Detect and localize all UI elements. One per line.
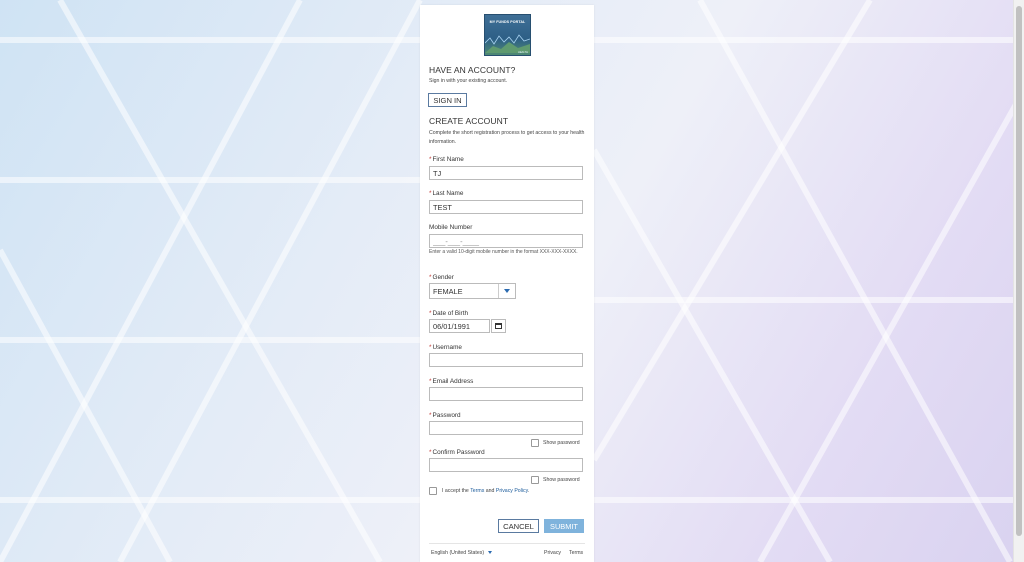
first-name-label-text: First Name (432, 156, 464, 163)
required-marker: * (429, 412, 432, 419)
required-marker: * (429, 449, 432, 456)
dob-input[interactable]: 06/01/1991 (429, 319, 490, 333)
accept-terms-label: I accept the Terms and Privacy Policy. (442, 488, 529, 494)
have-account-heading: HAVE AN ACCOUNT? (429, 65, 516, 75)
last-name-label-text: Last Name (432, 190, 464, 197)
page-scrollbar[interactable] (1013, 0, 1024, 562)
scrollbar-thumb[interactable] (1016, 6, 1022, 536)
show-confirm-password-checkbox[interactable] (531, 476, 539, 484)
terms-link[interactable]: Terms (470, 488, 484, 494)
cancel-button[interactable]: CANCEL (498, 519, 539, 533)
privacy-policy-link[interactable]: Privacy Policy (496, 488, 528, 494)
password-label: *Password (429, 412, 461, 419)
portal-logo: MY FUNDS PORTAL HEALTH (484, 14, 531, 56)
username-label: *Username (429, 344, 462, 351)
terms-and-text: and (485, 488, 495, 494)
password-input[interactable] (429, 421, 583, 435)
gender-selected-value: FEMALE (433, 287, 463, 296)
username-label-text: Username (432, 344, 462, 351)
last-name-input[interactable] (429, 200, 583, 214)
show-confirm-password-label: Show password (543, 477, 580, 483)
language-label: English (United States) (431, 550, 485, 556)
last-name-label: *Last Name (429, 190, 463, 197)
calendar-icon[interactable] (491, 319, 506, 333)
registration-panel: MY FUNDS PORTAL HEALTH HAVE AN ACCOUNT? … (420, 5, 594, 562)
accept-terms-checkbox[interactable] (429, 487, 437, 495)
language-selector[interactable]: English (United States) (431, 550, 493, 556)
create-account-subtext: Complete the short registration process … (429, 130, 585, 145)
password-label-text: Password (432, 412, 461, 419)
mobile-number-label: Mobile Number (429, 224, 473, 231)
mobile-number-hint: Enter a valid 10-digit mobile number in … (429, 249, 578, 255)
email-input[interactable] (429, 387, 583, 401)
logo-title: MY FUNDS PORTAL (489, 20, 526, 24)
email-label: *Email Address (429, 378, 473, 385)
confirm-password-input[interactable] (429, 458, 583, 472)
confirm-password-label: *Confirm Password (429, 449, 485, 456)
signin-subtext: Sign in with your existing account. (429, 78, 508, 84)
required-marker: * (429, 310, 432, 317)
create-account-heading: CREATE ACCOUNT (429, 116, 509, 126)
show-password-checkbox[interactable] (531, 439, 539, 447)
email-label-text: Email Address (432, 378, 474, 385)
first-name-label: *First Name (429, 156, 464, 163)
gender-select[interactable]: FEMALE (429, 283, 516, 299)
dob-label-text: Date of Birth (432, 310, 469, 317)
logo-mountain-icon (485, 34, 530, 53)
footer-terms-link[interactable]: Terms (569, 550, 583, 556)
caret-down-icon (488, 551, 493, 555)
confirm-password-label-text: Confirm Password (432, 449, 485, 456)
sign-in-button[interactable]: SIGN IN (428, 93, 467, 107)
username-input[interactable] (429, 353, 583, 367)
terms-suffix-text: . (527, 488, 530, 494)
gender-label-text: Gender (432, 274, 454, 281)
dob-label: *Date of Birth (429, 310, 468, 317)
terms-prefix-text: I accept the (442, 488, 469, 494)
required-marker: * (429, 344, 432, 351)
chevron-down-icon[interactable] (498, 284, 515, 298)
required-marker: * (429, 378, 432, 385)
footer-divider (429, 543, 585, 544)
required-marker: * (429, 190, 432, 197)
required-marker: * (429, 156, 432, 163)
logo-subtitle: HEALTH (517, 51, 528, 54)
gender-label: *Gender (429, 274, 454, 281)
required-marker: * (429, 274, 432, 281)
submit-button[interactable]: SUBMIT (544, 519, 584, 533)
footer-privacy-link[interactable]: Privacy (544, 550, 561, 556)
mobile-number-input[interactable] (429, 234, 583, 248)
show-password-label: Show password (543, 440, 580, 446)
first-name-input[interactable] (429, 166, 583, 180)
